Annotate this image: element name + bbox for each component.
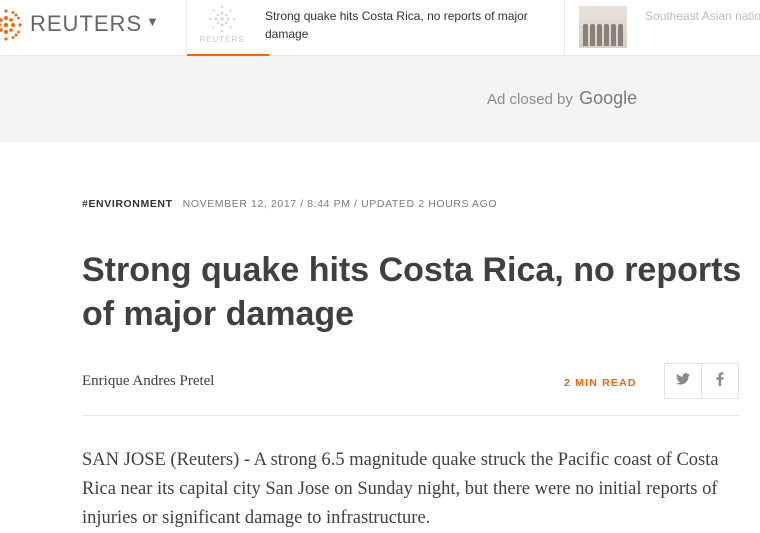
section-tag[interactable]: #ENVIRONMENT [82, 198, 173, 210]
story-thumbnail-photo [579, 6, 627, 48]
share-twitter-button[interactable] [664, 363, 702, 399]
story-tab-title: Southeast Asian nations, China Sea thaw … [645, 9, 760, 23]
reuters-dots-icon [0, 7, 24, 48]
read-time: 2 MIN READ [564, 377, 637, 389]
facebook-icon [716, 371, 724, 391]
story-thumbnail: REUTERS [199, 4, 245, 44]
twitter-icon [676, 372, 690, 390]
reuters-logo[interactable]: REUTERS ▼ [0, 0, 186, 48]
ad-banner: Ad closed by Google [0, 56, 760, 142]
story-tab-active[interactable]: REUTERS Strong quake hits Costa Rica, no… [186, 0, 572, 57]
article-meta: #ENVIRONMENT NOVEMBER 12, 2017 / 8:44 PM … [82, 198, 497, 210]
caret-down-icon[interactable]: ▼ [146, 14, 159, 29]
article-dateline: NOVEMBER 12, 2017 / 8:44 PM / UPDATED 2 … [182, 198, 498, 210]
google-wordmark: Google [579, 88, 638, 108]
top-navigation: REUTERS ▼ REUTERS Strong quake hits Cost… [0, 0, 760, 57]
divider [82, 415, 740, 416]
story-tab-next[interactable]: Southeast Asian nations, China Sea thaw … [564, 0, 760, 56]
ad-closed-notice: Ad closed by Google [487, 88, 637, 109]
author-byline[interactable]: Enrique Andres Pretel [82, 373, 214, 390]
logo-text: REUTERS [30, 11, 143, 36]
thumbnail-watermark: REUTERS [199, 35, 245, 44]
article-headline: Strong quake hits Costa Rica, no reports… [82, 251, 742, 333]
story-tab-title: Strong quake hits Costa Rica, no reports… [265, 9, 528, 41]
share-facebook-button[interactable] [701, 363, 739, 399]
ad-closed-label: Ad closed by [487, 91, 573, 108]
